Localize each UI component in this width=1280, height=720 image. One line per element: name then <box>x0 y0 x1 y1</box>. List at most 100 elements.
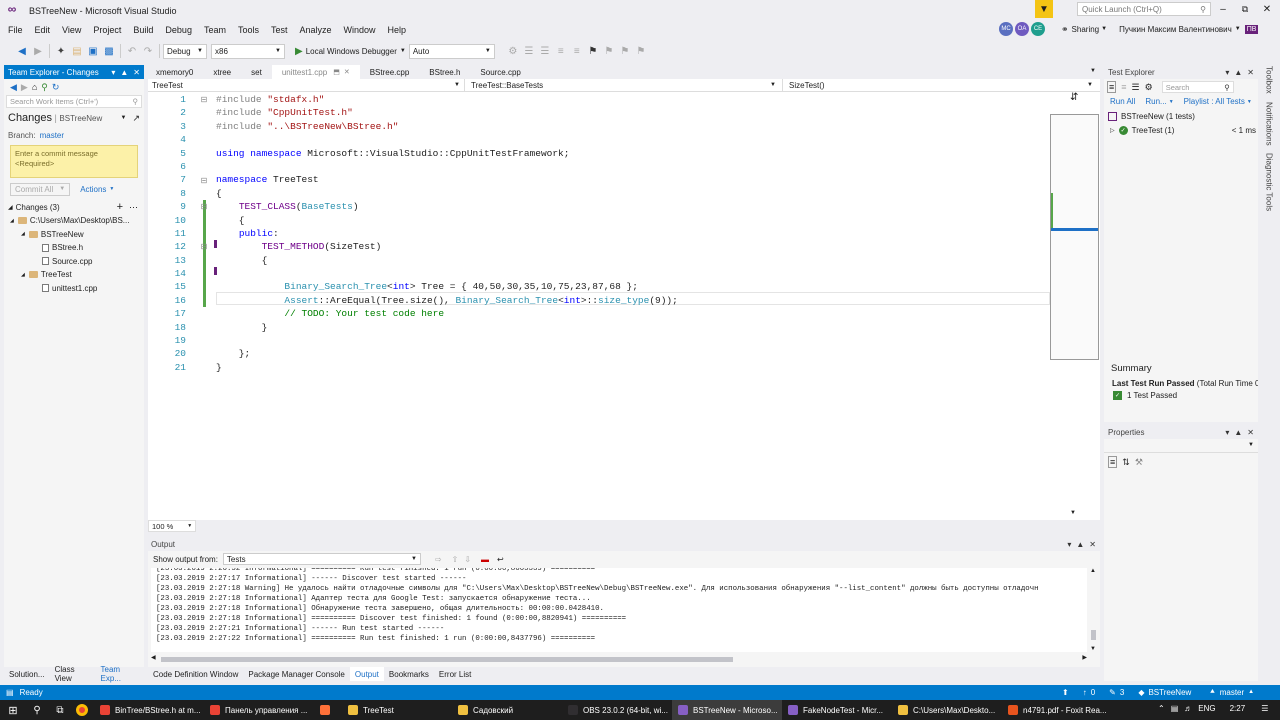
toolbar-icon[interactable]: ≡ <box>569 43 585 59</box>
vtab-toolbox[interactable]: Toolbox <box>1265 66 1274 94</box>
taskbar-app[interactable]: BinTree/BStree.h at m... <box>94 700 204 720</box>
pin-icon[interactable]: ⬒ <box>333 68 340 76</box>
unpushed-count[interactable]: 0 <box>1091 688 1095 697</box>
categorized-icon[interactable]: ≡ <box>1108 456 1118 468</box>
settings-icon[interactable]: ⚙ <box>1145 82 1153 93</box>
toolbar-icon[interactable]: ⚑ <box>617 43 633 59</box>
collapse-icon[interactable]: ⊟ <box>192 202 216 211</box>
menu-analyze[interactable]: Analyze <box>294 23 338 37</box>
stage-all-icon[interactable]: + <box>117 201 123 213</box>
bookmark-icon[interactable]: ⚑ <box>585 43 601 59</box>
filter-icon[interactable]: ▼ <box>1035 0 1053 18</box>
tab-output[interactable]: Output <box>349 667 384 681</box>
menu-test[interactable]: Test <box>265 23 294 37</box>
publish-icon[interactable]: ⬆ <box>1062 688 1069 697</box>
vtab-diagnostic-tools[interactable]: Diagnostic Tools <box>1265 153 1274 211</box>
dropdown-icon[interactable]: ▾ <box>1225 428 1229 437</box>
output-source-select[interactable]: Tests ▼ <box>222 553 421 565</box>
tab-code-definition-window[interactable]: Code Definition Window <box>148 667 243 681</box>
status-branch[interactable]: master <box>1220 688 1244 697</box>
menu-build[interactable]: Build <box>127 23 159 37</box>
tab-package-manager-console[interactable]: Package Manager Console <box>243 667 350 681</box>
menu-tools[interactable]: Tools <box>232 23 265 37</box>
menu-file[interactable]: File <box>2 23 29 37</box>
open-file-icon[interactable]: ▤ <box>69 43 85 59</box>
pin-icon[interactable]: ▲ <box>120 68 128 77</box>
plug-icon[interactable]: ⚲ <box>41 82 48 93</box>
toolbar-icon[interactable]: ⚙ <box>505 43 521 59</box>
menu-team[interactable]: Team <box>198 23 232 37</box>
test-project-row[interactable]: BSTreeNew (1 tests) <box>1104 110 1258 124</box>
collapse-icon[interactable]: ◢ <box>21 231 25 237</box>
find-message-icon[interactable]: ⇨ <box>435 555 442 564</box>
new-project-icon[interactable]: ✦ <box>53 43 69 59</box>
close-icon[interactable]: ✕ <box>1247 68 1254 77</box>
close-button[interactable]: ✕ <box>1256 4 1278 15</box>
menu-window[interactable]: Window <box>338 23 382 37</box>
close-icon[interactable]: ✕ <box>344 68 350 76</box>
back-icon[interactable]: ◀ <box>10 82 17 93</box>
tree-folder-row[interactable]: ◢ TreeTest <box>4 268 144 282</box>
refresh-icon[interactable]: ↻ <box>52 82 60 93</box>
word-wrap-icon[interactable]: ↩ <box>497 555 504 564</box>
collapse-icon[interactable]: ◢ <box>21 272 25 278</box>
minimize-button[interactable]: – <box>1212 4 1234 15</box>
filter-icon[interactable]: ≡ <box>1121 82 1126 92</box>
taskbar-app[interactable]: OBS 23.0.2 (64-bit, wi... <box>562 700 672 720</box>
user-name[interactable]: Пучкин Максим Валентинович <box>1119 25 1232 34</box>
home-icon[interactable]: ⌂ <box>32 82 37 92</box>
clock[interactable]: 2:27 <box>1230 704 1246 713</box>
test-group-row[interactable]: ▷ ✓ TreeTest (1) < 1 ms <box>1104 124 1258 138</box>
tree-folder-row[interactable]: ◢ BSTreeNew <box>4 228 144 242</box>
config-select[interactable]: Debug ▼ <box>163 43 207 59</box>
output-vscroll[interactable]: ▲ ▼ <box>1088 568 1098 652</box>
sharing-button[interactable]: Sharing <box>1072 25 1100 34</box>
task-view-icon[interactable]: ⧉ <box>48 705 72 716</box>
search-icon[interactable]: ⚲ <box>26 705 48 716</box>
tab-left-0[interactable]: Solution... <box>4 667 50 681</box>
tree-file-row[interactable]: Source.cpp <box>4 255 144 269</box>
language-indicator[interactable]: ENG <box>1198 704 1215 713</box>
zoom-control[interactable]: 100 % ▼ <box>148 520 197 532</box>
alphabetical-icon[interactable]: ⇅ <box>1122 457 1130 468</box>
doc-tab[interactable]: set <box>241 65 272 79</box>
collapse-icon[interactable]: ◢ <box>8 204 13 211</box>
doc-tab[interactable]: BStree.cpp <box>360 65 420 79</box>
branch-link[interactable]: master <box>40 131 64 140</box>
menu-edit[interactable]: Edit <box>29 23 57 37</box>
tab-left-2[interactable]: Team Exp... <box>96 665 145 683</box>
taskbar-app[interactable]: n4791.pdf - Foxit Rea... <box>1002 700 1112 720</box>
taskbar-app[interactable]: BSTreeNew - Microso... <box>672 700 782 720</box>
save-all-icon[interactable]: ▩ <box>101 43 117 59</box>
project-nav[interactable]: TreeTest ▼ <box>148 79 465 91</box>
run-link[interactable]: Run... <box>1145 97 1166 106</box>
doc-tab[interactable]: BStree.h <box>419 65 470 79</box>
quick-launch[interactable]: Quick Launch (Ctrl+Q) ⚲ <box>1077 2 1211 16</box>
menu-debug[interactable]: Debug <box>159 23 198 37</box>
tree-file-row[interactable]: BStree.h <box>4 241 144 255</box>
platform-select[interactable]: x86 ▼ <box>211 43 285 59</box>
forward-icon[interactable]: ▶ <box>21 82 28 93</box>
commit-all-button[interactable]: Commit All ▼ <box>10 182 71 196</box>
property-pages-icon[interactable]: ⚒ <box>1135 457 1143 468</box>
playlist-link[interactable]: Playlist : All Tests <box>1184 97 1245 106</box>
status-repo[interactable]: BSTreeNew <box>1148 688 1191 697</box>
code-editor[interactable]: 1 ⊟ #include "stdafx.h" 2 #include "CppUnitT… <box>148 92 1100 520</box>
properties-object-select[interactable]: ▼ <box>1104 441 1258 453</box>
pin-icon[interactable]: ▲ <box>1234 68 1242 77</box>
output-hscroll[interactable]: ◀ ▶ <box>151 654 1087 664</box>
undo-icon[interactable]: ↶ <box>124 43 140 59</box>
tab-list-dropdown-icon[interactable]: ▼ <box>1090 68 1096 74</box>
toolbar-icon[interactable]: ☰ <box>521 43 537 59</box>
changes-count-status[interactable]: 3 <box>1120 688 1124 697</box>
debugger-mode-select[interactable]: Auto ▼ <box>408 43 495 59</box>
close-icon[interactable]: ✕ <box>133 68 140 77</box>
doc-tab[interactable]: unittest1.cpp ⬒ ✕ <box>271 65 360 79</box>
menu-project[interactable]: Project <box>87 23 127 37</box>
close-icon[interactable]: ✕ <box>1247 428 1254 437</box>
chrome-icon[interactable] <box>76 704 88 716</box>
commit-message-box[interactable]: Enter a commit message <Required> <box>10 145 138 178</box>
avatar[interactable]: OA <box>1015 22 1029 36</box>
chevron-down-icon[interactable]: ▼ <box>121 115 127 121</box>
play-icon[interactable]: ▶ <box>295 46 303 57</box>
